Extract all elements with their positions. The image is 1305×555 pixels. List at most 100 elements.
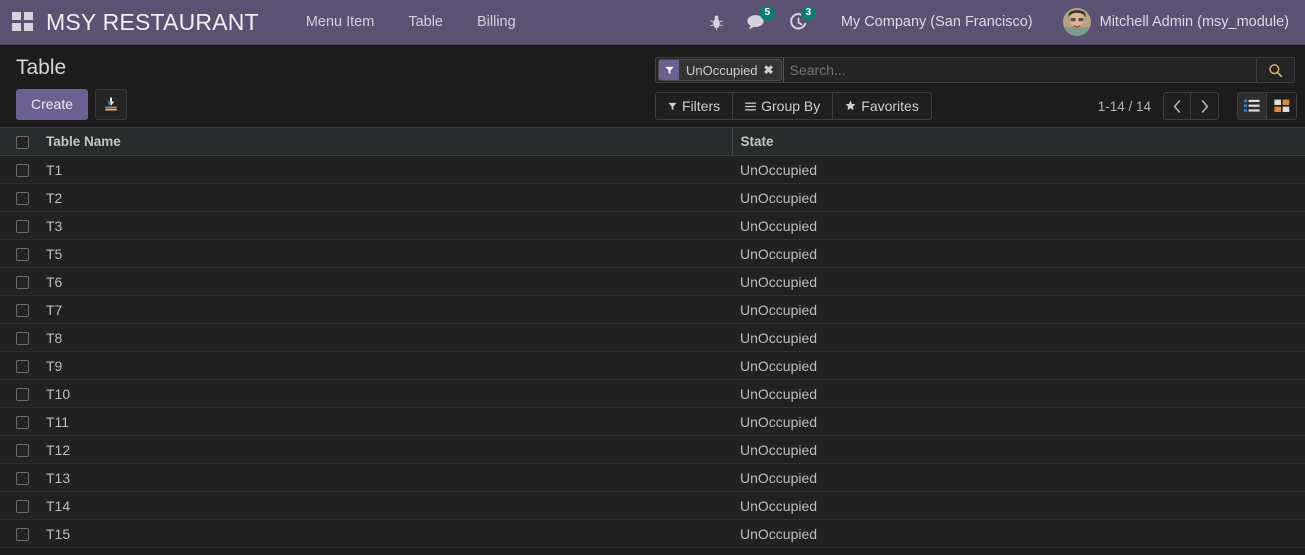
search-facet-remove-icon[interactable]: ✖ (764, 63, 781, 77)
cell-state[interactable]: UnOccupied (732, 323, 1305, 352)
cell-state[interactable]: UnOccupied (732, 407, 1305, 436)
kanban-view-icon[interactable] (1267, 92, 1297, 120)
import-upload-icon[interactable] (95, 88, 128, 120)
cell-table-name[interactable]: T14 (38, 491, 732, 520)
table-row[interactable]: T15 UnOccupied (0, 519, 1305, 548)
brand-title[interactable]: MSY RESTAURANT (46, 9, 259, 36)
row-select-cell (0, 155, 38, 184)
table-row[interactable]: T10 UnOccupied (0, 379, 1305, 408)
main-menu: Menu Item Table Billing (289, 2, 533, 42)
row-select-cell (0, 351, 38, 380)
chevron-right-icon[interactable] (1191, 92, 1219, 120)
row-checkbox[interactable] (16, 276, 29, 290)
cell-table-name[interactable]: T1 (38, 155, 732, 184)
group-by-button[interactable]: Group By (733, 92, 834, 120)
cell-table-name[interactable]: T15 (38, 519, 732, 548)
cell-state[interactable]: UnOccupied (732, 491, 1305, 520)
cell-state[interactable]: UnOccupied (732, 267, 1305, 296)
cell-table-name[interactable]: T10 (38, 379, 732, 408)
row-checkbox[interactable] (16, 444, 29, 458)
table-row[interactable]: T14 UnOccupied (0, 491, 1305, 520)
select-all-header (0, 127, 38, 156)
cell-state[interactable]: UnOccupied (732, 351, 1305, 380)
menu-item-menu-item[interactable]: Menu Item (289, 2, 392, 42)
cell-state[interactable]: UnOccupied (732, 183, 1305, 212)
row-checkbox[interactable] (16, 332, 29, 346)
funnel-icon (668, 98, 677, 114)
search-input[interactable] (782, 58, 1256, 82)
filters-button[interactable]: Filters (655, 92, 734, 120)
table-row[interactable]: T9 UnOccupied (0, 351, 1305, 380)
list-view: Table Name State T1 UnOccupied T2 UnOccupie… (0, 127, 1305, 548)
search-magnifier-icon[interactable] (1256, 58, 1294, 82)
list-view-icon[interactable] (1237, 92, 1267, 120)
cell-state[interactable]: UnOccupied (732, 435, 1305, 464)
group-by-label: Group By (761, 98, 821, 114)
user-menu[interactable]: Mitchell Admin (msy_module) (1051, 8, 1297, 36)
menu-item-billing[interactable]: Billing (460, 2, 533, 42)
row-checkbox[interactable] (16, 416, 29, 430)
row-checkbox[interactable] (16, 220, 29, 234)
table-row[interactable]: T13 UnOccupied (0, 463, 1305, 492)
row-select-cell (0, 491, 38, 520)
row-checkbox[interactable] (16, 192, 29, 206)
activity-clock-icon[interactable]: 3 (778, 0, 819, 45)
row-select-cell (0, 519, 38, 548)
cell-table-name[interactable]: T6 (38, 267, 732, 296)
row-select-cell (0, 211, 38, 240)
chevron-left-icon[interactable] (1163, 92, 1191, 120)
table-row[interactable]: T12 UnOccupied (0, 435, 1305, 464)
favorites-label: Favorites (861, 98, 919, 114)
cell-table-name[interactable]: T8 (38, 323, 732, 352)
cell-table-name[interactable]: T12 (38, 435, 732, 464)
table-row[interactable]: T7 UnOccupied (0, 295, 1305, 324)
table-row[interactable]: T2 UnOccupied (0, 183, 1305, 212)
row-checkbox[interactable] (16, 528, 29, 542)
cell-table-name[interactable]: T11 (38, 407, 732, 436)
favorites-button[interactable]: Favorites (833, 92, 932, 120)
filter-funnel-icon (659, 60, 679, 80)
row-checkbox[interactable] (16, 248, 29, 262)
table-row[interactable]: T3 UnOccupied (0, 211, 1305, 240)
cell-table-name[interactable]: T9 (38, 351, 732, 380)
company-switcher[interactable]: My Company (San Francisco) (819, 14, 1051, 30)
menu-item-table[interactable]: Table (391, 2, 460, 42)
control-panel: Table Create UnOccupied ✖ Search... Filt… (0, 45, 1305, 127)
row-checkbox[interactable] (16, 472, 29, 486)
activities-badge: 3 (800, 5, 816, 21)
cell-table-name[interactable]: T13 (38, 463, 732, 492)
table-row[interactable]: T1 UnOccupied (0, 155, 1305, 184)
create-button[interactable]: Create (16, 88, 89, 120)
row-checkbox[interactable] (16, 304, 29, 318)
search-view: UnOccupied ✖ (655, 57, 1295, 83)
chat-bubble-icon[interactable]: 5 (735, 0, 778, 45)
cell-table-name[interactable]: T5 (38, 239, 732, 268)
top-navbar: MSY RESTAURANT Menu Item Table Billing 5 (0, 0, 1305, 45)
cell-state[interactable]: UnOccupied (732, 295, 1305, 324)
select-all-checkbox[interactable] (16, 135, 29, 149)
cell-state[interactable]: UnOccupied (732, 519, 1305, 548)
cell-table-name[interactable]: T7 (38, 295, 732, 324)
row-select-cell (0, 239, 38, 268)
row-checkbox[interactable] (16, 164, 29, 178)
table-row[interactable]: T11 UnOccupied (0, 407, 1305, 436)
bug-icon[interactable] (698, 0, 735, 45)
cell-state[interactable]: UnOccupied (732, 211, 1305, 240)
row-checkbox[interactable] (16, 360, 29, 374)
row-checkbox[interactable] (16, 388, 29, 402)
search-options-group: Filters Group By Favorites (655, 92, 932, 120)
cell-table-name[interactable]: T3 (38, 211, 732, 240)
cell-state[interactable]: UnOccupied (732, 379, 1305, 408)
table-row[interactable]: T5 UnOccupied (0, 239, 1305, 268)
table-row[interactable]: T6 UnOccupied (0, 267, 1305, 296)
search-facet-unoccupied[interactable]: UnOccupied ✖ (658, 59, 782, 81)
cell-state[interactable]: UnOccupied (732, 155, 1305, 184)
cell-state[interactable]: UnOccupied (732, 239, 1305, 268)
table-row[interactable]: T8 UnOccupied (0, 323, 1305, 352)
column-header-state[interactable]: State (731, 127, 1305, 156)
column-header-table-name[interactable]: Table Name (38, 127, 732, 156)
row-checkbox[interactable] (16, 500, 29, 514)
apps-grid-icon[interactable] (12, 12, 34, 32)
cell-table-name[interactable]: T2 (38, 183, 732, 212)
cell-state[interactable]: UnOccupied (732, 463, 1305, 492)
